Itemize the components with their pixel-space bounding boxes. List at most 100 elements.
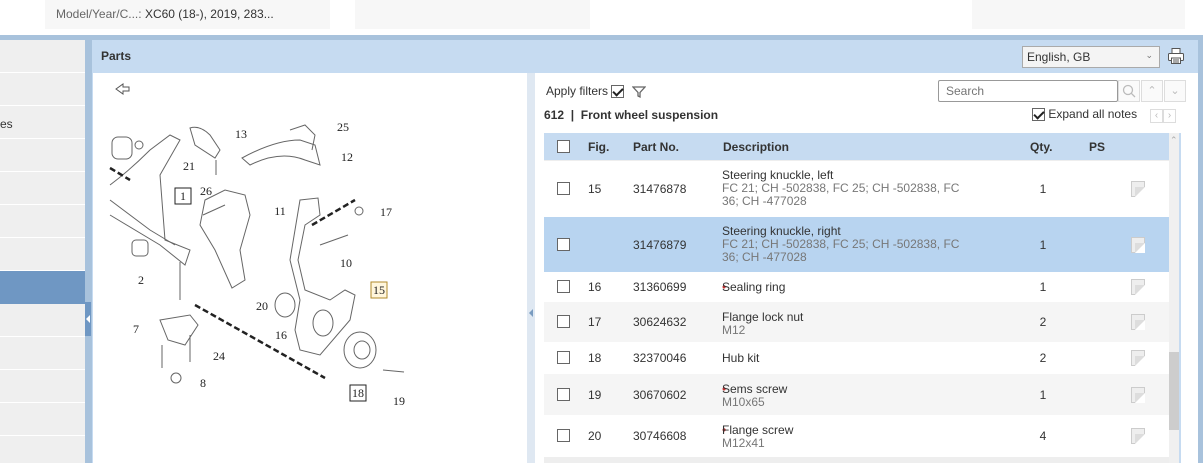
sidebar-item[interactable] xyxy=(0,436,85,469)
collapse-left-icon xyxy=(529,309,533,317)
row-checkbox[interactable] xyxy=(557,387,570,401)
sidebar-item[interactable] xyxy=(0,205,85,238)
part-number[interactable]: 31476878 xyxy=(633,182,686,196)
table-row[interactable]: 16 31360699 • Sealing ring 1 xyxy=(544,272,1169,302)
search-button[interactable] xyxy=(1118,80,1140,102)
callout-21[interactable]: 21 xyxy=(183,159,195,173)
row-checkbox[interactable] xyxy=(557,182,570,195)
apply-filters-checkbox[interactable] xyxy=(611,85,625,99)
header-fig[interactable]: Fig. xyxy=(588,140,609,154)
sidebar-item[interactable] xyxy=(0,337,85,370)
scrollbar-thumb[interactable] xyxy=(1169,352,1179,430)
sidebar-item[interactable]: es xyxy=(0,106,85,139)
sidebar-item[interactable] xyxy=(0,304,85,337)
header-qty[interactable]: Qty. xyxy=(1030,140,1052,154)
diagram-splitter[interactable] xyxy=(527,73,535,463)
part-number[interactable]: 30746608 xyxy=(633,429,686,443)
header-part-no[interactable]: Part No. xyxy=(633,140,679,154)
note-icon[interactable] xyxy=(1131,428,1145,444)
sidebar-item[interactable] xyxy=(0,139,85,172)
row-checkbox[interactable] xyxy=(557,351,570,364)
callout-20[interactable]: 20 xyxy=(256,299,268,313)
part-number[interactable]: 30670602 xyxy=(633,388,686,402)
header-ps: PS xyxy=(1089,140,1106,154)
part-number[interactable]: 30624632 xyxy=(633,315,686,329)
callout-18[interactable]: 18 xyxy=(352,386,364,400)
callout-7[interactable]: 7 xyxy=(133,322,139,336)
callout-26[interactable]: 26 xyxy=(200,184,212,198)
part-number[interactable]: 32370046 xyxy=(633,351,686,365)
part-number[interactable]: 31360699 xyxy=(633,280,686,294)
filter-icon[interactable] xyxy=(631,85,647,99)
table-scrollbar[interactable]: ⌃ xyxy=(1169,133,1179,463)
table-row[interactable]: 17 30624632 Flange lock nut M12 2 xyxy=(544,302,1169,342)
section-title: 612 | Front wheel suspension xyxy=(544,108,719,122)
callout-16[interactable]: 16 xyxy=(275,328,287,342)
part-number[interactable]: 31476879 xyxy=(633,238,686,252)
parts-drawing xyxy=(109,124,405,384)
callout-17[interactable]: 17 xyxy=(380,205,392,219)
next-section-button[interactable]: › xyxy=(1163,109,1176,123)
prev-section-button[interactable]: ‹ xyxy=(1150,109,1163,123)
collapse-left-icon xyxy=(86,315,90,323)
table-row[interactable]: 20 30746608 • Flange screw M12x41 4 xyxy=(544,415,1169,457)
search-icon xyxy=(1122,84,1136,98)
language-select[interactable]: English, GB ⌄ xyxy=(1022,46,1160,68)
back-arrow-icon[interactable] xyxy=(115,83,130,95)
description: Steering knuckle, right FC 21; CH -502838… xyxy=(722,225,972,264)
quantity: 2 xyxy=(1039,351,1047,365)
sidebar-splitter[interactable] xyxy=(85,40,92,463)
row-checkbox[interactable] xyxy=(557,237,570,251)
top-bar: Model/Year/C...: XC60 (18-), 2019, 283..… xyxy=(0,0,1203,36)
note-icon[interactable] xyxy=(1131,236,1145,253)
description-note: FC 21; CH -502838, FC 25; CH -502838, FC… xyxy=(722,181,960,208)
sidebar-item[interactable] xyxy=(0,370,85,403)
exploded-diagram[interactable]: 1 2 7 8 10 11 12 13 15 16 17 18 19 20 21 24 25 26 xyxy=(93,73,527,463)
chevron-up-icon: ⌃ xyxy=(1147,85,1157,97)
search-input[interactable] xyxy=(938,80,1118,102)
table-row[interactable]: 19 30670602 • Sems screw M10x65 1 xyxy=(544,374,1169,415)
scroll-up-icon[interactable]: ⌃ xyxy=(1170,135,1178,146)
header-description[interactable]: Description xyxy=(723,140,789,154)
callout-11[interactable]: 11 xyxy=(274,204,286,218)
print-icon[interactable] xyxy=(1167,47,1185,65)
note-icon[interactable] xyxy=(1131,386,1145,403)
callout-10[interactable]: 10 xyxy=(340,256,352,270)
note-icon[interactable] xyxy=(1131,279,1145,295)
sidebar-item[interactable] xyxy=(0,238,85,271)
expand-notes-checkbox[interactable] xyxy=(1032,108,1045,122)
panel-border xyxy=(1179,133,1181,463)
callout-1[interactable]: 1 xyxy=(180,189,186,203)
row-checkbox[interactable] xyxy=(557,315,570,328)
callout-12[interactable]: 12 xyxy=(341,150,353,164)
sidebar-item[interactable] xyxy=(0,271,85,304)
apply-filters[interactable]: Apply filters xyxy=(546,84,647,99)
chevron-left-icon: ‹ xyxy=(1154,110,1159,121)
note-icon[interactable] xyxy=(1131,350,1145,366)
callout-25[interactable]: 25 xyxy=(337,120,349,134)
sidebar-item[interactable] xyxy=(0,40,85,73)
previous-result-button[interactable]: ⌃ xyxy=(1141,80,1163,102)
callout-19[interactable]: 19 xyxy=(393,394,405,408)
expand-notes[interactable]: Expand all notes xyxy=(1032,107,1137,122)
row-checkbox[interactable] xyxy=(557,429,570,442)
next-result-button[interactable]: ⌄ xyxy=(1164,80,1186,102)
sidebar-item[interactable] xyxy=(0,73,85,106)
callout-8[interactable]: 8 xyxy=(200,376,206,390)
select-all-checkbox[interactable] xyxy=(557,140,570,153)
callout-15[interactable]: 15 xyxy=(373,283,385,297)
description-note: M12 xyxy=(722,323,746,337)
callout-13[interactable]: 13 xyxy=(235,127,247,141)
note-icon[interactable] xyxy=(1131,181,1145,197)
sidebar-item[interactable] xyxy=(0,172,85,205)
row-checkbox[interactable] xyxy=(557,280,570,293)
table-row[interactable]: 31476879 Steering knuckle, right FC 21; C… xyxy=(544,217,1169,272)
callout-24[interactable]: 24 xyxy=(213,349,225,363)
note-icon[interactable] xyxy=(1131,314,1145,330)
table-row[interactable]: 18 32370046 Hub kit 2 xyxy=(544,342,1169,374)
callout-2[interactable]: 2 xyxy=(138,273,144,287)
table-row[interactable]: 15 31476878 Steering knuckle, left FC 21;… xyxy=(544,161,1169,217)
sidebar-item[interactable] xyxy=(0,403,85,436)
table-header: Fig. Part No. Description Qty. PS xyxy=(544,133,1169,160)
quantity: 4 xyxy=(1039,429,1047,443)
